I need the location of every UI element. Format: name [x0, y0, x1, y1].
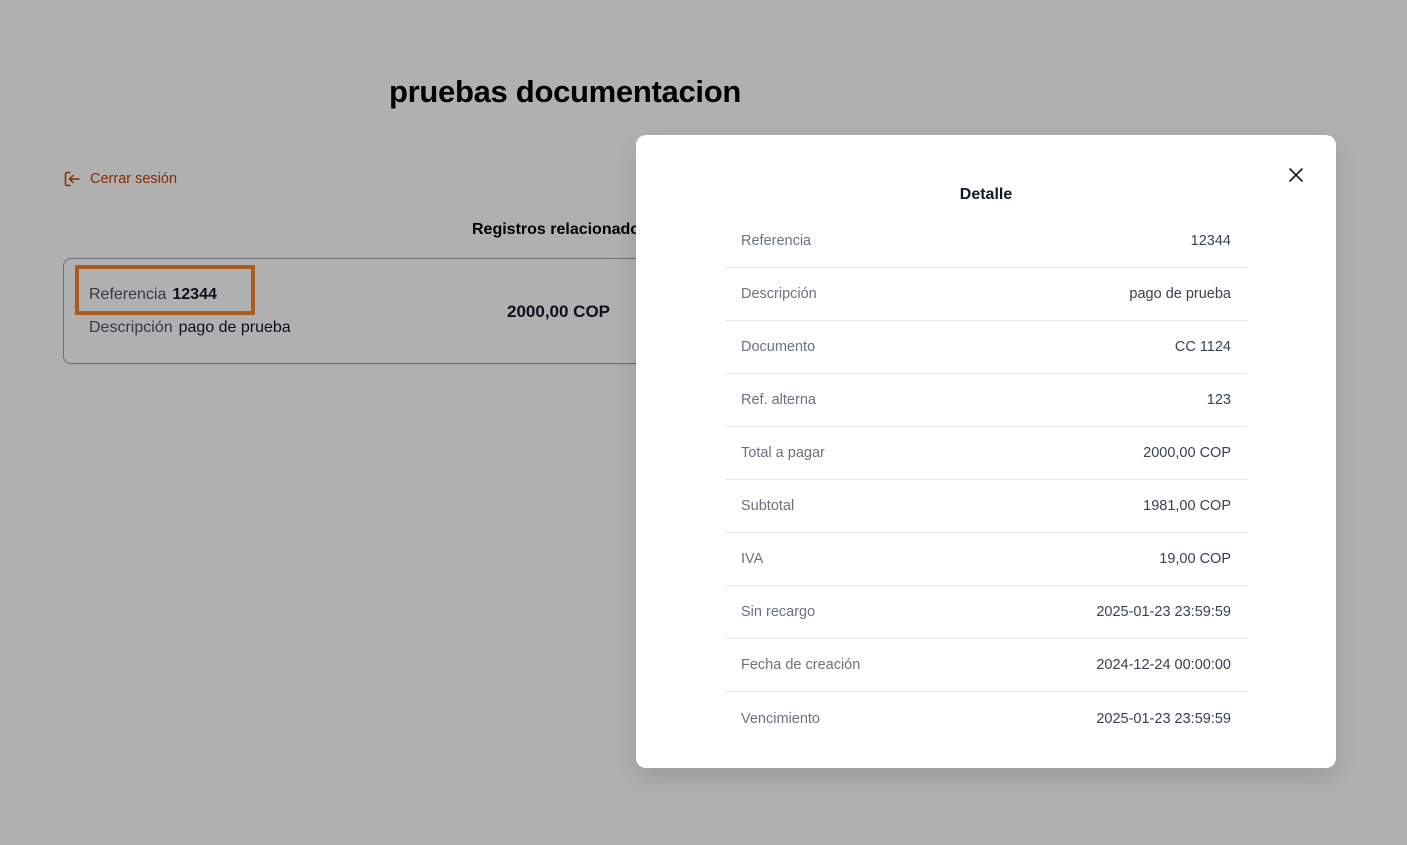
detail-row: Subtotal 1981,00 COP	[725, 480, 1247, 533]
detail-label: Sin recargo	[741, 604, 816, 620]
detail-label: Total a pagar	[741, 445, 825, 461]
detail-value: 123	[1206, 392, 1231, 408]
detail-row: Ref. alterna 123	[725, 374, 1247, 427]
detail-value: 2000,00 COP	[1143, 445, 1231, 461]
detail-row: Sin recargo 2025-01-23 23:59:59	[725, 586, 1247, 639]
detail-value: pago de prueba	[1129, 286, 1231, 302]
detail-row: Referencia 12344	[725, 215, 1247, 268]
detail-label: IVA	[741, 551, 764, 567]
detail-row: Total a pagar 2000,00 COP	[725, 427, 1247, 480]
detail-value: 1981,00 COP	[1143, 498, 1231, 514]
detail-label: Subtotal	[741, 498, 795, 514]
detail-value: CC 1124	[1174, 339, 1231, 355]
detail-modal: Detalle Referencia 12344 Descripción pag…	[636, 135, 1336, 768]
detail-value: 19,00 COP	[1159, 551, 1231, 567]
modal-title: Detalle	[959, 186, 1013, 203]
detail-label: Ref. alterna	[741, 392, 816, 408]
detail-list: Referencia 12344 Descripción pago de pru…	[725, 215, 1247, 745]
detail-value: 2024-12-24 00:00:00	[1096, 657, 1231, 673]
detail-label: Descripción	[741, 286, 817, 302]
detail-label: Vencimiento	[741, 710, 820, 727]
detail-row: IVA 19,00 COP	[725, 533, 1247, 586]
close-icon	[1287, 166, 1305, 184]
detail-row: Vencimiento 2025-01-23 23:59:59	[725, 692, 1247, 745]
detail-value: 2025-01-23 23:59:59	[1096, 710, 1231, 727]
detail-label: Fecha de creación	[741, 657, 861, 673]
detail-label: Documento	[741, 339, 816, 355]
detail-value: 12344	[1190, 233, 1231, 249]
detail-row: Documento CC 1124	[725, 321, 1247, 374]
detail-label: Referencia	[741, 233, 812, 249]
detail-value: 2025-01-23 23:59:59	[1096, 604, 1231, 620]
detail-row: Descripción pago de prueba	[725, 268, 1247, 321]
detail-row: Fecha de creación 2024-12-24 00:00:00	[725, 639, 1247, 692]
